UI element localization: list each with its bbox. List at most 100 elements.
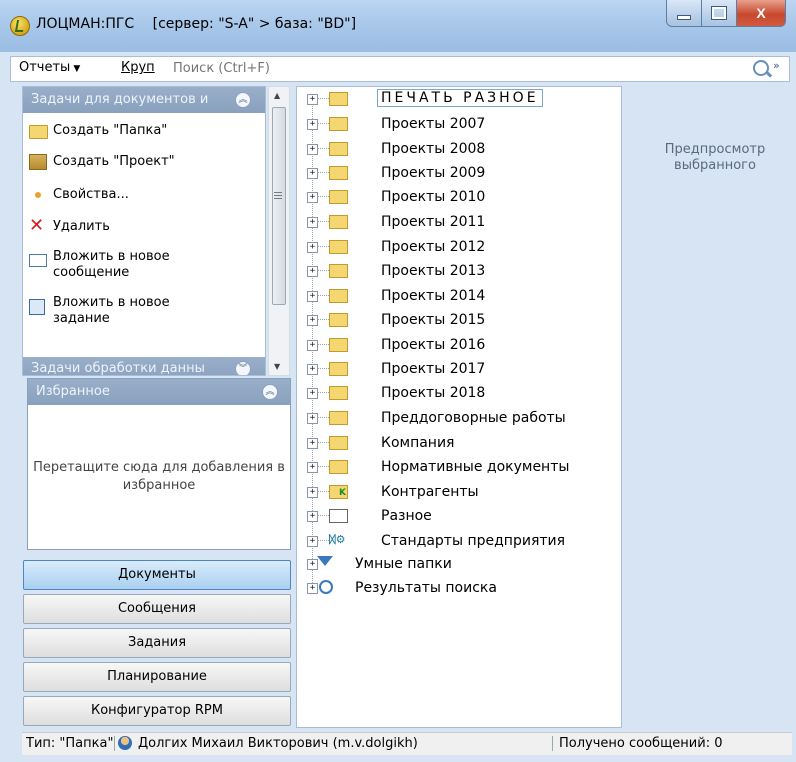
close-button[interactable]: X bbox=[737, 0, 786, 27]
nav-messages-button[interactable]: Сообщения bbox=[23, 594, 291, 624]
maximize-icon bbox=[711, 6, 727, 20]
expand-icon[interactable]: + bbox=[307, 438, 318, 449]
tree-item[interactable]: + Компания bbox=[297, 433, 617, 455]
minimize-button[interactable] bbox=[666, 0, 702, 27]
tree-item[interactable]: + Проекты 2011 bbox=[297, 212, 617, 234]
expand-icon[interactable]: + bbox=[307, 94, 318, 105]
tree-item[interactable]: + Проекты 2015 bbox=[297, 310, 617, 332]
tree-item[interactable]: + Контрагенты bbox=[297, 482, 617, 504]
tree-item[interactable]: + Проекты 2016 bbox=[297, 335, 617, 357]
scroll-up-icon[interactable]: ▲ bbox=[274, 91, 280, 100]
folder-icon bbox=[329, 215, 348, 229]
search-input[interactable] bbox=[169, 59, 757, 77]
maximize-button[interactable] bbox=[702, 0, 737, 27]
nav-tasks-button[interactable]: Задания bbox=[23, 628, 291, 658]
filter-icon bbox=[317, 556, 333, 566]
nav-planning-button[interactable]: Планирование bbox=[23, 662, 291, 692]
expand-icon[interactable]: + bbox=[307, 242, 318, 253]
task-attach-task[interactable]: Вложить в новое задание bbox=[29, 295, 199, 327]
tasks-panel-header[interactable]: Задачи для документов и ︽ bbox=[23, 87, 265, 113]
task-attach-message[interactable]: Вложить в новое сообщение bbox=[29, 249, 199, 281]
collapse-icon[interactable]: ︽ bbox=[262, 384, 278, 400]
folder-icon bbox=[29, 125, 48, 139]
app-window: ЛОЦМАН:ПГС [сервер: "S-A" > база: "BD"] … bbox=[0, 0, 796, 762]
tasks-panel: Задачи для документов и ︽ Создать "Папка… bbox=[22, 86, 266, 376]
expand-icon[interactable]: + bbox=[307, 315, 318, 326]
scroll-down-icon[interactable]: ▼ bbox=[274, 362, 280, 371]
task-create-project[interactable]: Создать "Проект" bbox=[29, 154, 175, 170]
tree-item[interactable]: + Результаты поиска bbox=[297, 578, 617, 600]
empty-folder-icon bbox=[329, 509, 348, 523]
expand-icon[interactable]: + bbox=[307, 487, 318, 498]
expand-icon[interactable]: + bbox=[307, 511, 318, 522]
standards-icon: ᛞ⚙ bbox=[329, 533, 346, 546]
expand-icon[interactable]: + bbox=[307, 144, 318, 155]
tasks-scrollbar[interactable]: ▲ ▼ bbox=[268, 86, 290, 376]
more-chevron-icon[interactable]: » bbox=[773, 59, 780, 72]
favorites-hint: Перетащите сюда для добавления в избранн… bbox=[33, 460, 285, 493]
tree-item[interactable]: + Проекты 2013 bbox=[297, 261, 617, 283]
status-bar: Тип: "Папка" Долгих Михаил Викторович (m… bbox=[22, 732, 792, 755]
status-messages: Получено сообщений: 0 bbox=[552, 736, 723, 751]
minimize-icon bbox=[677, 14, 691, 20]
tree-item[interactable]: + ᛞ⚙ Стандарты предприятия bbox=[297, 531, 617, 553]
tree-item[interactable]: + Проекты 2018 bbox=[297, 383, 617, 405]
delete-icon: ✕ bbox=[29, 215, 45, 236]
task-properties[interactable]: Свойства... bbox=[29, 187, 129, 203]
krup-button[interactable]: Круп bbox=[121, 60, 155, 75]
tree-item[interactable]: + Проекты 2009 bbox=[297, 163, 617, 185]
scroll-thumb[interactable] bbox=[272, 107, 286, 305]
expand-icon[interactable]: + bbox=[307, 192, 318, 203]
expand-icon[interactable]: + bbox=[307, 583, 318, 594]
tree-item[interactable]: + Проекты 2008 bbox=[297, 139, 617, 161]
grip-icon bbox=[274, 192, 282, 193]
tree-item[interactable]: + Проекты 2014 bbox=[297, 286, 617, 308]
tree-item[interactable]: + Преддоговорные работы bbox=[297, 408, 617, 430]
expand-icon[interactable]: + bbox=[307, 536, 318, 547]
expand-icon[interactable]: + bbox=[307, 217, 318, 228]
expand-icon[interactable]: + bbox=[307, 364, 318, 375]
task-create-folder[interactable]: Создать "Папка" bbox=[29, 123, 167, 139]
expand-icon[interactable]: + bbox=[307, 168, 318, 179]
tree-item[interactable]: + Проекты 2012 bbox=[297, 237, 617, 259]
collapse-icon[interactable]: ︽ bbox=[235, 92, 251, 108]
expand-icon[interactable]: + bbox=[307, 413, 318, 424]
expand-icon[interactable]: + bbox=[307, 462, 318, 473]
folder-icon bbox=[329, 386, 348, 400]
favorites-header[interactable]: Избранное ︽ bbox=[28, 379, 290, 405]
server-info: [сервер: "S-A" > база: "BD"] bbox=[152, 16, 357, 32]
expand-icon[interactable]: ︾ bbox=[235, 361, 251, 375]
favorites-title: Избранное bbox=[36, 384, 110, 399]
search-icon[interactable] bbox=[753, 60, 769, 76]
chevron-down-icon: ▼ bbox=[73, 64, 81, 74]
tree-item[interactable]: + Проекты 2007 bbox=[297, 114, 617, 136]
title-bar[interactable]: ЛОЦМАН:ПГС [сервер: "S-A" > база: "BD"] … bbox=[0, 0, 796, 52]
folder-icon bbox=[329, 362, 348, 376]
nav-documents-button[interactable]: Документы bbox=[23, 560, 291, 590]
tree-item[interactable]: + Разное bbox=[297, 506, 617, 528]
folder-icon bbox=[329, 264, 348, 278]
expand-icon[interactable]: + bbox=[307, 119, 318, 130]
task-delete[interactable]: ✕ Удалить bbox=[29, 215, 110, 236]
tree-item[interactable]: + Умные папки bbox=[297, 554, 617, 576]
expand-icon[interactable]: + bbox=[307, 291, 318, 302]
favorites-panel[interactable]: Избранное ︽ Перетащите сюда для добавлен… bbox=[27, 378, 291, 550]
bullet-icon bbox=[35, 192, 41, 198]
reports-menu[interactable]: Отчеты ▼ bbox=[19, 60, 80, 75]
folder-icon bbox=[329, 436, 348, 450]
tree-item[interactable]: + Нормативные документы bbox=[297, 457, 617, 479]
tree-item[interactable]: + Проекты 2017 bbox=[297, 359, 617, 381]
expand-icon[interactable]: + bbox=[307, 388, 318, 399]
folder-icon bbox=[329, 166, 348, 180]
folder-icon bbox=[329, 460, 348, 474]
document-tree[interactable]: + ПЕЧАТЬ РАЗНОЕ + Проекты 2007 + Проекты… bbox=[296, 86, 622, 728]
data-tasks-panel-header[interactable]: Задачи обработки данны ︾ bbox=[23, 357, 265, 375]
tree-item[interactable]: + Проекты 2010 bbox=[297, 187, 617, 209]
tasks-panel-title: Задачи для документов и bbox=[31, 92, 209, 107]
expand-icon[interactable]: + bbox=[307, 340, 318, 351]
folder-icon bbox=[329, 289, 348, 303]
expand-icon[interactable]: + bbox=[307, 266, 318, 277]
folder-icon bbox=[329, 411, 348, 425]
tree-item[interactable]: + ПЕЧАТЬ РАЗНОЕ bbox=[297, 89, 617, 111]
nav-configurator-button[interactable]: Конфигуратор RPM bbox=[23, 696, 291, 726]
